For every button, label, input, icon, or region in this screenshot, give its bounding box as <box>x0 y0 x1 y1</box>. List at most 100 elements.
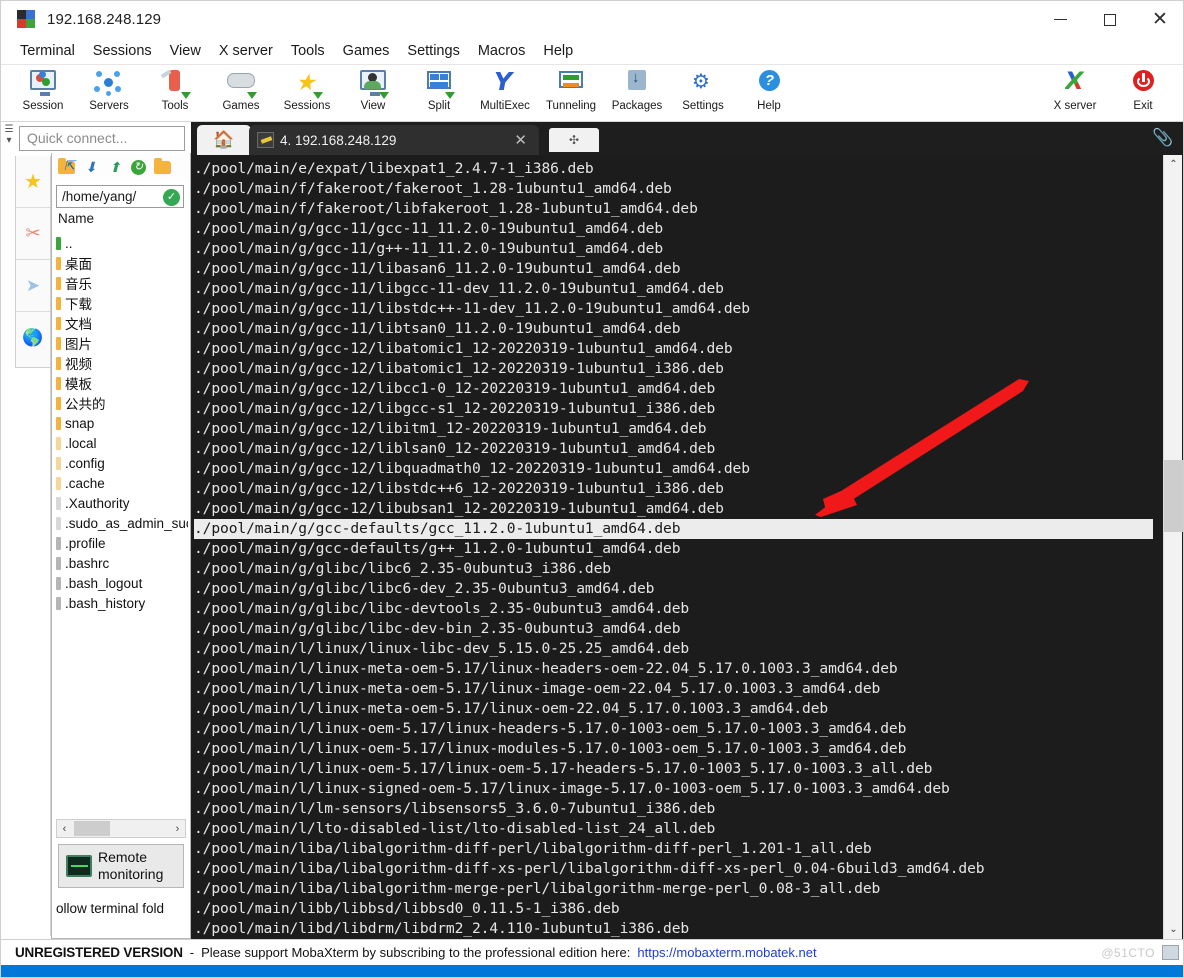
minimize-button[interactable] <box>1035 1 1085 38</box>
file-browser-row[interactable]: 音乐 <box>56 273 188 293</box>
file-browser-list: .. 桌面音乐下载 文档 图片 视频 模板 公共的 snap .local .config .cac… <box>56 233 188 613</box>
tunneling-icon <box>554 69 588 99</box>
file-browser-row-name: .local <box>65 435 97 451</box>
terminal-scrollbar[interactable]: ⌃ ⌄ <box>1163 155 1183 939</box>
file-browser-row[interactable]: 下载 <box>56 293 188 313</box>
toolbar-servers[interactable]: Servers <box>75 67 143 120</box>
terminal-line: ./pool/main/g/gcc-11/libasan6_11.2.0-19u… <box>194 260 681 277</box>
split-icon <box>422 69 456 99</box>
file-type-icon <box>56 436 61 450</box>
file-browser-row[interactable]: .cache <box>56 473 188 493</box>
download-icon[interactable]: ⬇ <box>82 159 99 176</box>
file-browser-row[interactable]: .. <box>56 233 188 253</box>
follow-terminal-folder-label[interactable]: ollow terminal fold <box>56 901 192 916</box>
refresh-icon[interactable]: ↻ <box>130 159 147 176</box>
window-title: 192.168.248.129 <box>47 11 162 28</box>
menu-tools[interactable]: Tools <box>282 40 334 62</box>
toolbar-settings[interactable]: ⚙ Settings <box>669 67 737 120</box>
terminal-panel[interactable]: ./pool/main/e/expat/libexpat1_2.4.7-1_i3… <box>191 155 1183 939</box>
file-browser-row-name: 下载 <box>65 297 92 312</box>
toolbar-servers-label: Servers <box>89 100 129 112</box>
menu-settings[interactable]: Settings <box>398 40 468 62</box>
quick-connect-input[interactable]: Quick connect... <box>19 126 185 151</box>
rail-tools-tab[interactable]: ✂ <box>16 208 50 260</box>
tab-close-icon[interactable]: ✕ <box>514 131 527 149</box>
file-type-icon <box>56 596 61 610</box>
scroll-up-icon[interactable]: ⌃ <box>1164 155 1183 174</box>
menu-view[interactable]: View <box>161 40 210 62</box>
paperclip-icon[interactable]: 📎 <box>1151 126 1175 150</box>
terminal-line: ./pool/main/g/gcc-12/libubsan1_12-202203… <box>194 500 724 517</box>
file-browser-row-name: .cache <box>65 475 105 491</box>
file-browser-row[interactable]: .Xauthority <box>56 493 188 513</box>
file-type-icon <box>56 536 61 550</box>
window-controls: ✕ <box>1035 1 1183 38</box>
hscroll-left-icon[interactable]: ‹ <box>57 823 72 835</box>
file-browser-row[interactable]: .sudo_as_admin_succ <box>56 513 188 533</box>
settings-gear-icon: ⚙ <box>692 69 710 93</box>
tab-strip: 🏠 4. 192.168.248.129 ✕ ✣ <box>191 122 1183 155</box>
new-folder-icon[interactable] <box>154 157 171 176</box>
file-browser-row[interactable]: snap <box>56 413 188 433</box>
toolbar-packages[interactable]: Packages <box>603 67 671 120</box>
file-browser-row[interactable]: 桌面 <box>56 253 188 273</box>
file-browser-path-value: /home/yang/ <box>62 189 137 204</box>
toolbar-view[interactable]: View <box>339 67 407 120</box>
file-browser-row-name: 音乐 <box>65 277 92 292</box>
scroll-down-icon[interactable]: ⌄ <box>1164 920 1183 939</box>
tab-session-4[interactable]: 4. 192.168.248.129 ✕ <box>249 125 539 155</box>
file-browser-row[interactable]: 公共的 <box>56 393 188 413</box>
hscroll-thumb[interactable] <box>74 821 110 836</box>
rail-sftp-tab[interactable]: ➤ <box>16 260 50 312</box>
toolbar-x-server[interactable]: X X server <box>1041 67 1109 120</box>
close-button[interactable]: ✕ <box>1135 1 1183 38</box>
toolbar-exit[interactable]: Exit <box>1109 67 1177 120</box>
file-browser-hscrollbar[interactable]: ‹ › <box>56 819 186 838</box>
file-browser-row[interactable]: .bash_logout <box>56 573 188 593</box>
upload-icon[interactable]: ⬆ <box>106 159 123 176</box>
mobatek-link[interactable]: https://mobaxterm.mobatek.net <box>637 945 816 960</box>
new-tab-button[interactable]: ✣ <box>549 128 599 152</box>
tab-home[interactable]: 🏠 <box>197 125 251 155</box>
toolbar-session[interactable]: Session <box>9 67 77 120</box>
menu-help[interactable]: Help <box>534 40 582 62</box>
menu-x-server[interactable]: X server <box>210 40 282 62</box>
toolbar-split[interactable]: Split <box>405 67 473 120</box>
toolbar-games[interactable]: Games <box>207 67 275 120</box>
toolbar-multiexec[interactable]: Y MultiExec <box>471 67 539 120</box>
menu-terminal[interactable]: Terminal <box>11 40 84 62</box>
sidebar-collapse-handle[interactable]: ☰ ▾ <box>3 124 15 204</box>
status-tray-icon[interactable] <box>1162 945 1179 960</box>
file-browser-row[interactable]: 视频 <box>56 353 188 373</box>
scrollbar-thumb[interactable] <box>1164 460 1183 532</box>
file-browser-row[interactable]: .bash_history <box>56 593 188 613</box>
taskbar-strip <box>1 965 1183 977</box>
menu-sessions[interactable]: Sessions <box>84 40 161 62</box>
hscroll-right-icon[interactable]: › <box>170 823 185 835</box>
maximize-button[interactable] <box>1085 1 1135 38</box>
file-browser-row[interactable]: .profile <box>56 533 188 553</box>
file-browser-row[interactable]: 图片 <box>56 333 188 353</box>
file-browser-row[interactable]: .bashrc <box>56 553 188 573</box>
terminal-line: ./pool/main/l/linux-oem-5.17/linux-modul… <box>194 740 907 757</box>
file-type-icon <box>56 496 61 510</box>
file-browser-row[interactable]: 模板 <box>56 373 188 393</box>
rail-bookmarks-tab[interactable]: ★ <box>16 156 50 208</box>
file-browser-row[interactable]: .local <box>56 433 188 453</box>
file-browser-row[interactable]: .config <box>56 453 188 473</box>
multiexec-icon: Y <box>494 67 513 96</box>
rail-macros-tab[interactable]: 🌎 <box>16 312 50 364</box>
toolbar-tunneling[interactable]: Tunneling <box>537 67 605 120</box>
file-browser-row-name: snap <box>65 415 95 431</box>
remote-monitoring-button[interactable]: Remote monitoring <box>58 844 184 888</box>
menu-macros[interactable]: Macros <box>469 40 535 62</box>
menu-games[interactable]: Games <box>334 40 399 62</box>
sessions-star-icon: ★ <box>290 69 324 99</box>
toolbar-sessions[interactable]: ★ Sessions <box>273 67 341 120</box>
terminal-line: ./pool/main/e/expat/libexpat1_2.4.7-1_i3… <box>194 160 594 177</box>
file-browser-row[interactable]: 文档 <box>56 313 188 333</box>
parent-folder-icon[interactable]: ⇱ <box>58 157 75 176</box>
toolbar-tools[interactable]: Tools <box>141 67 209 120</box>
file-browser-path-input[interactable]: /home/yang/ ✓ <box>56 185 184 208</box>
toolbar-help[interactable]: ? Help <box>735 67 803 120</box>
